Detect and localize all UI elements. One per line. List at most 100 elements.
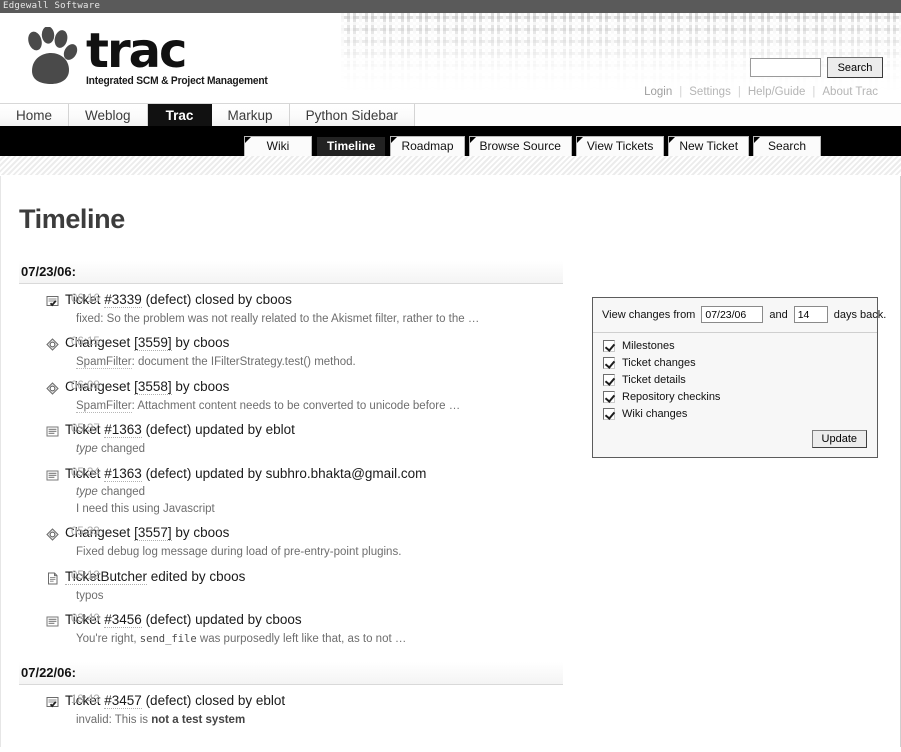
timeline-event-time: 06:08 <box>71 379 100 392</box>
ticket-link[interactable]: #3456 <box>104 612 142 629</box>
event-title-suffix: by cboos <box>171 378 230 394</box>
event-title-suffix: (defect) updated by subhro.bhakta@gmail.… <box>141 465 427 481</box>
event-title-suffix: (defect) updated by cboos <box>141 612 302 628</box>
site-tab-markup[interactable]: Markup <box>211 104 290 126</box>
timeline-event-time: 05:33 <box>71 526 100 539</box>
ticket-link[interactable]: #3339 <box>104 292 142 308</box>
timeline-event[interactable]: TicketButcher edited by cboos typos 05:1… <box>19 561 563 604</box>
nav-tab-wiki[interactable]: Wiki <box>244 136 312 156</box>
nav-tab-timeline[interactable]: Timeline <box>316 136 387 156</box>
wiki-link[interactable]: SpamFilter <box>76 399 132 413</box>
timeline-event-description: type changed <box>76 442 563 458</box>
days-back-input[interactable] <box>793 306 828 323</box>
site-tab-home[interactable]: Home <box>0 104 70 126</box>
event-desc-bold: not a test system <box>151 713 246 726</box>
changeset-link[interactable]: [3557] <box>134 525 172 542</box>
site-tab-filler <box>414 104 901 126</box>
timeline-event-description: type changed I need this using Javascript <box>76 485 563 517</box>
filter-label-wiki-changes: Wiki changes <box>622 408 688 420</box>
event-title-suffix: by cboos <box>171 525 230 541</box>
site-tab-python-sidebar[interactable]: Python Sidebar <box>289 104 415 126</box>
timeline-event[interactable]: Ticket #3456 (defect) updated by cboos Y… <box>19 604 563 647</box>
filter-label-ticket-changes: Ticket changes <box>622 357 696 369</box>
checkbox-checked-icon[interactable] <box>603 408 615 420</box>
ticket-link[interactable]: #1363 <box>104 465 142 482</box>
site-banner: trac Integrated SCM & Project Management… <box>0 13 901 104</box>
timeline-event-title: Ticket #3456 (defect) updated by cboos <box>65 612 563 629</box>
timeline-event-title: Ticket #1363 (defect) updated by eblot <box>65 422 563 439</box>
search-input[interactable] <box>750 58 821 77</box>
checkbox-checked-icon[interactable] <box>603 357 615 369</box>
timeline-filter-panel: View changes from and days back. Milesto… <box>592 297 886 458</box>
timeline-event-description: You're right, send_file was purposedly l… <box>76 632 563 648</box>
timeline-event[interactable]: Ticket #3457 (defect) closed by eblot in… <box>19 685 563 728</box>
event-desc-text: : document the IFilterStrategy.test() me… <box>131 356 356 369</box>
event-desc-field: type <box>76 486 98 499</box>
timeline-event[interactable]: Ticket #1363 (defect) updated by subhro.… <box>19 458 563 518</box>
metanav-item-about-trac[interactable]: About Trac <box>815 86 885 98</box>
event-title-suffix: (defect) updated by eblot <box>141 422 295 438</box>
metanav-item-help-guide[interactable]: Help/Guide <box>741 86 813 98</box>
nav-tab-new-ticket[interactable]: New Ticket <box>668 136 750 156</box>
pixel-dither-decoration <box>341 13 901 91</box>
timeline-event-title: Changeset [3559] by cboos <box>65 335 563 352</box>
metanav-item-login[interactable]: Login <box>637 86 679 98</box>
timeline-event-description: typos <box>76 589 104 602</box>
timeline-event-description: SpamFilter: Attachment content needs to … <box>76 399 563 415</box>
filter-milestones[interactable]: Milestones <box>603 340 867 352</box>
timeline-range-row: View changes from and days back. <box>593 298 886 333</box>
timeline-event-time: 05:34 <box>71 466 100 479</box>
filter-ticket-changes[interactable]: Ticket changes <box>603 357 867 369</box>
timeline-event[interactable]: Changeset [3559] by cboos SpamFilter: do… <box>19 327 563 370</box>
timeline-event-time: 03:40 <box>71 613 100 626</box>
filter-wiki-changes[interactable]: Wiki changes <box>603 408 867 420</box>
site-tab-weblog[interactable]: Weblog <box>69 104 148 126</box>
timeline-event-title: Changeset [3557] by cboos <box>65 525 563 542</box>
timeline-event-description: invalid: This is not a test system <box>76 713 563 729</box>
paw-print-icon <box>28 27 78 84</box>
filter-ticket-details[interactable]: Ticket details <box>603 374 867 386</box>
event-desc-prefix: invalid: This is <box>76 713 152 726</box>
hatched-divider <box>0 156 901 176</box>
checkbox-checked-icon[interactable] <box>603 391 615 403</box>
timeline-event-title: TicketButcher edited by cboos <box>65 568 563 586</box>
wiki-link[interactable]: SpamFilter <box>76 356 132 370</box>
main-nav-bar: Wiki Timeline Roadmap Browse Source View… <box>0 132 901 156</box>
update-button[interactable]: Update <box>811 430 867 448</box>
ticket-closed-icon <box>46 296 59 307</box>
timeline-event[interactable]: Ticket #3339 (defect) closed by cboos fi… <box>19 284 563 327</box>
nav-tab-roadmap[interactable]: Roadmap <box>390 136 465 156</box>
ticket-link[interactable]: #3457 <box>104 692 142 709</box>
changeset-link[interactable]: [3559] <box>134 335 172 352</box>
timeline-event[interactable]: Ticket #1363 (defect) updated by eblot t… <box>19 414 563 457</box>
checkbox-checked-icon[interactable] <box>603 340 615 352</box>
timeline-event-time: 05:37 <box>71 423 100 436</box>
timeline-event[interactable]: Changeset [3558] by cboos SpamFilter: At… <box>19 371 563 414</box>
filter-label-ticket-details: Ticket details <box>622 374 686 386</box>
changeset-icon <box>46 528 59 542</box>
event-desc-text: changed <box>97 486 146 499</box>
metanav-item-settings[interactable]: Settings <box>682 86 738 98</box>
timeline-event[interactable]: Changeset [3557] by cboos Fixed debug lo… <box>19 517 563 560</box>
nav-tab-view-tickets[interactable]: View Tickets <box>575 136 665 156</box>
event-desc-line2: I need this using Javascript <box>76 502 215 515</box>
nav-tab-search[interactable]: Search <box>753 136 822 156</box>
event-title-suffix: (defect) closed by eblot <box>141 692 286 708</box>
event-desc-text: changed <box>97 443 146 456</box>
filter-repository-checkins[interactable]: Repository checkins <box>603 391 867 403</box>
metanav: Login | Settings | Help/Guide | About Trac <box>637 86 885 98</box>
ticket-closed-icon <box>46 696 59 707</box>
site-tab-trac[interactable]: Trac <box>147 104 212 126</box>
label-and: and <box>769 308 788 321</box>
checkbox-checked-icon[interactable] <box>603 374 615 386</box>
nav-tab-browse-source[interactable]: Browse Source <box>468 136 572 156</box>
timeline-day-events: Ticket #3457 (defect) closed by eblot in… <box>19 685 563 728</box>
search-button[interactable]: Search <box>827 57 883 78</box>
timeline-filter-actions: Update <box>593 427 877 457</box>
from-date-input[interactable] <box>701 306 764 323</box>
event-desc-field: type <box>76 443 98 456</box>
changeset-link[interactable]: [3558] <box>134 378 172 395</box>
timeline-day-events: Ticket #3339 (defect) closed by cboos fi… <box>19 284 563 648</box>
trac-logo[interactable]: trac Integrated SCM & Project Management <box>22 27 281 87</box>
ticket-link[interactable]: #1363 <box>104 422 142 439</box>
